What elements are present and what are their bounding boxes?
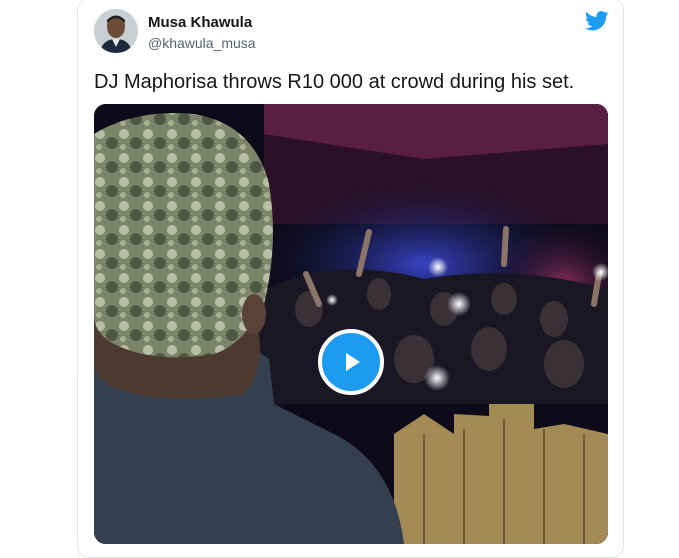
play-button[interactable] (318, 329, 384, 395)
author-name[interactable]: Musa Khawula (148, 14, 252, 31)
avatar-image (94, 9, 138, 53)
tweet-text: DJ Maphorisa throws R10 000 at crowd dur… (94, 71, 575, 93)
author-handle[interactable]: @khawula_musa (148, 35, 256, 51)
video-thumbnail (94, 104, 608, 544)
avatar[interactable] (94, 9, 138, 53)
video-player[interactable] (94, 104, 608, 544)
play-icon (346, 353, 360, 371)
twitter-bird-icon[interactable] (584, 11, 609, 31)
